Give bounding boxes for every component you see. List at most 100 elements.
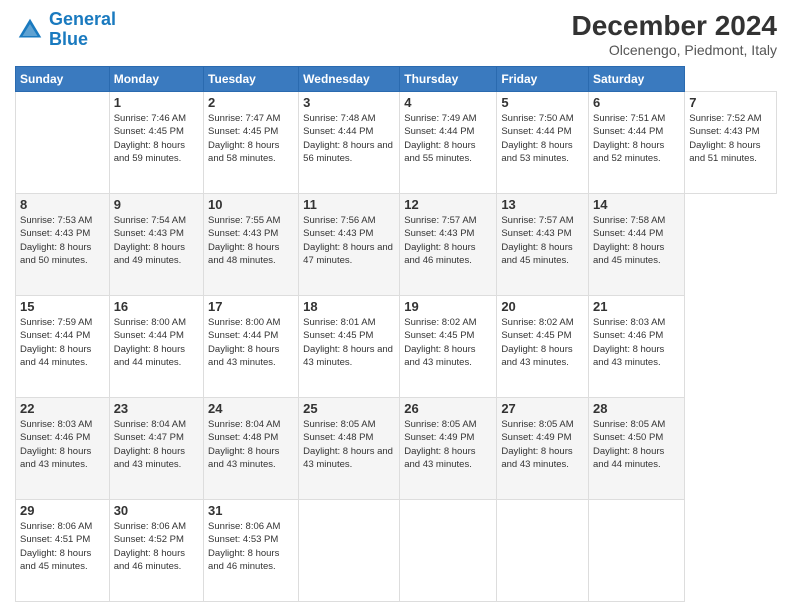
calendar-week-row: 22 Sunrise: 8:03 AMSunset: 4:46 PMDayligh… bbox=[16, 398, 777, 500]
calendar-cell: 19 Sunrise: 8:02 AMSunset: 4:45 PMDayligh… bbox=[400, 296, 497, 398]
day-number: 17 bbox=[208, 299, 294, 314]
calendar-week-row: 1 Sunrise: 7:46 AMSunset: 4:45 PMDaylight… bbox=[16, 92, 777, 194]
subtitle: Olcenengo, Piedmont, Italy bbox=[572, 42, 777, 58]
day-info: Sunrise: 8:03 AMSunset: 4:46 PMDaylight:… bbox=[20, 418, 105, 471]
day-number: 25 bbox=[303, 401, 395, 416]
calendar-cell: 21 Sunrise: 8:03 AMSunset: 4:46 PMDayligh… bbox=[589, 296, 685, 398]
calendar-week-row: 8Sunrise: 7:53 AMSunset: 4:43 PMDaylight… bbox=[16, 194, 777, 296]
logo-blue: Blue bbox=[49, 29, 88, 49]
calendar-cell bbox=[589, 500, 685, 602]
calendar-cell: 23 Sunrise: 8:04 AMSunset: 4:47 PMDayligh… bbox=[109, 398, 203, 500]
day-number: 20 bbox=[501, 299, 584, 314]
day-number: 15 bbox=[20, 299, 105, 314]
day-number: 7 bbox=[689, 95, 772, 110]
calendar-cell: 30Sunrise: 8:06 AMSunset: 4:52 PMDayligh… bbox=[109, 500, 203, 602]
calendar-cell: 13Sunrise: 7:57 AMSunset: 4:43 PMDayligh… bbox=[497, 194, 589, 296]
day-number: 13 bbox=[501, 197, 584, 212]
day-number: 9 bbox=[114, 197, 199, 212]
day-info: Sunrise: 8:00 AMSunset: 4:44 PMDaylight:… bbox=[114, 316, 199, 369]
day-number: 3 bbox=[303, 95, 395, 110]
calendar-week-row: 15 Sunrise: 7:59 AMSunset: 4:44 PMDayligh… bbox=[16, 296, 777, 398]
day-number: 22 bbox=[20, 401, 105, 416]
day-number: 21 bbox=[593, 299, 680, 314]
day-info: Sunrise: 7:58 AMSunset: 4:44 PMDaylight:… bbox=[593, 214, 680, 267]
day-number: 14 bbox=[593, 197, 680, 212]
calendar-day-header: Monday bbox=[109, 67, 203, 92]
calendar-cell: 9Sunrise: 7:54 AMSunset: 4:43 PMDaylight… bbox=[109, 194, 203, 296]
day-info: Sunrise: 8:03 AMSunset: 4:46 PMDaylight:… bbox=[593, 316, 680, 369]
logo-general: General bbox=[49, 9, 116, 29]
day-number: 16 bbox=[114, 299, 199, 314]
day-number: 10 bbox=[208, 197, 294, 212]
day-info: Sunrise: 8:04 AMSunset: 4:48 PMDaylight:… bbox=[208, 418, 294, 471]
calendar-day-header: Tuesday bbox=[204, 67, 299, 92]
calendar-cell bbox=[16, 92, 110, 194]
calendar-cell bbox=[497, 500, 589, 602]
calendar-day-header: Wednesday bbox=[299, 67, 400, 92]
day-number: 28 bbox=[593, 401, 680, 416]
calendar-cell: 20 Sunrise: 8:02 AMSunset: 4:45 PMDayligh… bbox=[497, 296, 589, 398]
calendar-cell: 3 Sunrise: 7:48 AMSunset: 4:44 PMDaylight… bbox=[299, 92, 400, 194]
day-number: 18 bbox=[303, 299, 395, 314]
day-info: Sunrise: 8:06 AMSunset: 4:52 PMDaylight:… bbox=[114, 520, 199, 573]
day-info: Sunrise: 7:59 AMSunset: 4:44 PMDaylight:… bbox=[20, 316, 105, 369]
day-info: Sunrise: 7:48 AMSunset: 4:44 PMDaylight:… bbox=[303, 112, 395, 165]
day-info: Sunrise: 7:47 AMSunset: 4:45 PMDaylight:… bbox=[208, 112, 294, 165]
day-info: Sunrise: 7:53 AMSunset: 4:43 PMDaylight:… bbox=[20, 214, 105, 267]
day-number: 31 bbox=[208, 503, 294, 518]
day-number: 1 bbox=[114, 95, 199, 110]
day-number: 11 bbox=[303, 197, 395, 212]
calendar-week-row: 29Sunrise: 8:06 AMSunset: 4:51 PMDayligh… bbox=[16, 500, 777, 602]
calendar-cell: 11Sunrise: 7:56 AMSunset: 4:43 PMDayligh… bbox=[299, 194, 400, 296]
calendar-cell: 16 Sunrise: 8:00 AMSunset: 4:44 PMDayligh… bbox=[109, 296, 203, 398]
calendar-cell: 24Sunrise: 8:04 AMSunset: 4:48 PMDayligh… bbox=[204, 398, 299, 500]
calendar-cell: 18 Sunrise: 8:01 AMSunset: 4:45 PMDayligh… bbox=[299, 296, 400, 398]
main-title: December 2024 bbox=[572, 10, 777, 42]
calendar-table: SundayMondayTuesdayWednesdayThursdayFrid… bbox=[15, 66, 777, 602]
calendar-cell: 8Sunrise: 7:53 AMSunset: 4:43 PMDaylight… bbox=[16, 194, 110, 296]
calendar-cell: 22 Sunrise: 8:03 AMSunset: 4:46 PMDayligh… bbox=[16, 398, 110, 500]
calendar-cell: 25Sunrise: 8:05 AMSunset: 4:48 PMDayligh… bbox=[299, 398, 400, 500]
day-info: Sunrise: 8:00 AMSunset: 4:44 PMDaylight:… bbox=[208, 316, 294, 369]
day-info: Sunrise: 7:46 AMSunset: 4:45 PMDaylight:… bbox=[114, 112, 199, 165]
calendar-day-header: Saturday bbox=[589, 67, 685, 92]
day-info: Sunrise: 8:04 AMSunset: 4:47 PMDaylight:… bbox=[114, 418, 199, 471]
calendar-cell: 6 Sunrise: 7:51 AMSunset: 4:44 PMDaylight… bbox=[589, 92, 685, 194]
calendar-cell: 31 Sunrise: 8:06 AMSunset: 4:53 PMDayligh… bbox=[204, 500, 299, 602]
calendar-cell: 2Sunrise: 7:47 AMSunset: 4:45 PMDaylight… bbox=[204, 92, 299, 194]
calendar-header-row: SundayMondayTuesdayWednesdayThursdayFrid… bbox=[16, 67, 777, 92]
day-info: Sunrise: 8:05 AMSunset: 4:50 PMDaylight:… bbox=[593, 418, 680, 471]
day-number: 19 bbox=[404, 299, 492, 314]
day-info: Sunrise: 7:52 AMSunset: 4:43 PMDaylight:… bbox=[689, 112, 772, 165]
day-number: 6 bbox=[593, 95, 680, 110]
calendar-cell: 1 Sunrise: 7:46 AMSunset: 4:45 PMDaylight… bbox=[109, 92, 203, 194]
day-number: 23 bbox=[114, 401, 199, 416]
day-info: Sunrise: 7:55 AMSunset: 4:43 PMDaylight:… bbox=[208, 214, 294, 267]
calendar-day-header: Friday bbox=[497, 67, 589, 92]
day-info: Sunrise: 8:01 AMSunset: 4:45 PMDaylight:… bbox=[303, 316, 395, 369]
day-info: Sunrise: 8:06 AMSunset: 4:51 PMDaylight:… bbox=[20, 520, 105, 573]
calendar-cell: 29Sunrise: 8:06 AMSunset: 4:51 PMDayligh… bbox=[16, 500, 110, 602]
day-info: Sunrise: 8:02 AMSunset: 4:45 PMDaylight:… bbox=[501, 316, 584, 369]
day-info: Sunrise: 8:05 AMSunset: 4:49 PMDaylight:… bbox=[404, 418, 492, 471]
day-info: Sunrise: 7:57 AMSunset: 4:43 PMDaylight:… bbox=[404, 214, 492, 267]
title-block: December 2024 Olcenengo, Piedmont, Italy bbox=[572, 10, 777, 58]
day-number: 26 bbox=[404, 401, 492, 416]
day-info: Sunrise: 8:05 AMSunset: 4:49 PMDaylight:… bbox=[501, 418, 584, 471]
calendar-cell bbox=[400, 500, 497, 602]
day-info: Sunrise: 7:51 AMSunset: 4:44 PMDaylight:… bbox=[593, 112, 680, 165]
logo-text: General Blue bbox=[49, 10, 116, 50]
calendar-cell: 12Sunrise: 7:57 AMSunset: 4:43 PMDayligh… bbox=[400, 194, 497, 296]
day-number: 5 bbox=[501, 95, 584, 110]
page: General Blue December 2024 Olcenengo, Pi… bbox=[0, 0, 792, 612]
calendar-day-header: Thursday bbox=[400, 67, 497, 92]
calendar-cell: 4Sunrise: 7:49 AMSunset: 4:44 PMDaylight… bbox=[400, 92, 497, 194]
logo-icon bbox=[15, 15, 45, 45]
calendar-cell: 10 Sunrise: 7:55 AMSunset: 4:43 PMDayligh… bbox=[204, 194, 299, 296]
day-info: Sunrise: 8:02 AMSunset: 4:45 PMDaylight:… bbox=[404, 316, 492, 369]
day-info: Sunrise: 8:06 AMSunset: 4:53 PMDaylight:… bbox=[208, 520, 294, 573]
calendar-day-header: Sunday bbox=[16, 67, 110, 92]
calendar-cell: 5Sunrise: 7:50 AMSunset: 4:44 PMDaylight… bbox=[497, 92, 589, 194]
calendar-cell: 17 Sunrise: 8:00 AMSunset: 4:44 PMDayligh… bbox=[204, 296, 299, 398]
header: General Blue December 2024 Olcenengo, Pi… bbox=[15, 10, 777, 58]
